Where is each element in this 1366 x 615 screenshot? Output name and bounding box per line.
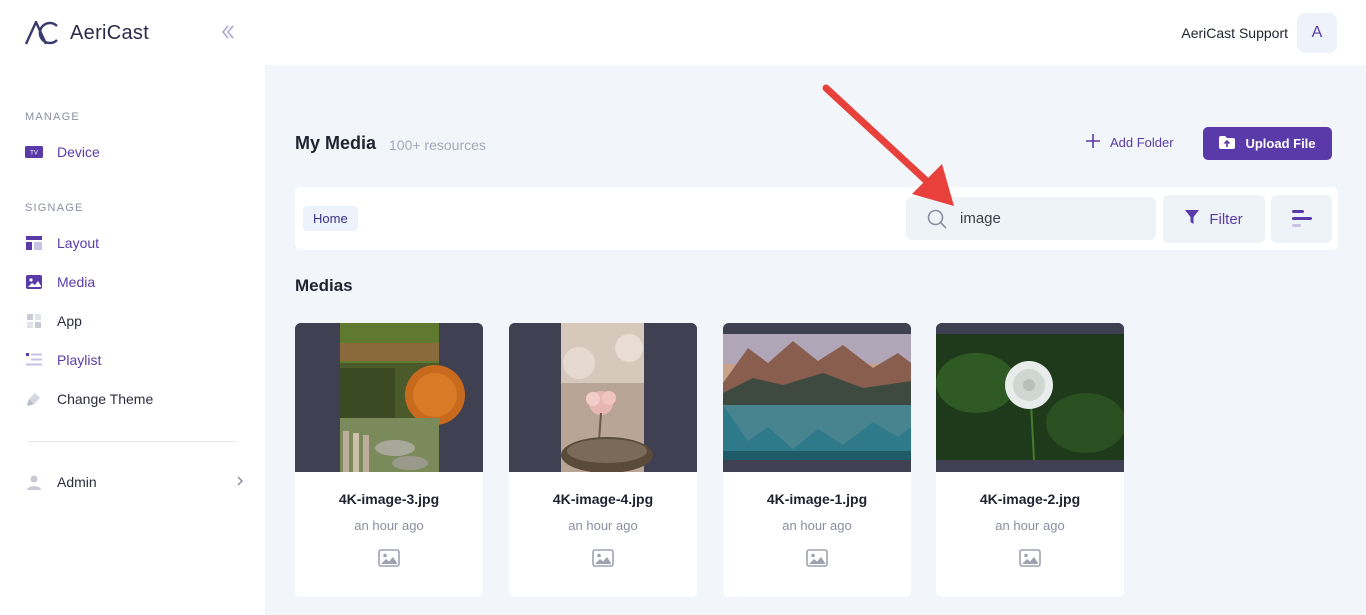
section-title-signage: SIGNAGE xyxy=(25,202,84,214)
filter-button[interactable]: Filter xyxy=(1163,195,1265,243)
sidebar-item-app[interactable]: App xyxy=(25,310,245,332)
media-thumbnail xyxy=(936,323,1124,472)
filter-label: Filter xyxy=(1209,210,1243,228)
paint-brush-icon xyxy=(25,390,43,408)
search-input[interactable]: image xyxy=(906,197,1156,240)
sidebar-item-label: Media xyxy=(57,274,96,290)
media-card[interactable]: 4K-image-2.jpg an hour ago xyxy=(936,323,1124,597)
search-icon xyxy=(927,209,947,229)
image-icon xyxy=(25,273,43,291)
resource-count: 100+ resources xyxy=(389,137,486,153)
layout-icon xyxy=(25,234,43,252)
media-time: an hour ago xyxy=(568,518,638,533)
sidebar-item-label: Admin xyxy=(57,474,97,490)
tv-icon-label: TV xyxy=(30,151,38,157)
sidebar-item-layout[interactable]: Layout xyxy=(25,232,245,254)
chevron-right-icon xyxy=(235,474,245,490)
sort-lines-icon xyxy=(1291,210,1312,227)
media-name: 4K-image-2.jpg xyxy=(979,491,1081,507)
tv-icon: TV xyxy=(25,143,43,161)
flower-blossom-image xyxy=(509,323,697,472)
playlist-icon xyxy=(25,351,43,369)
sort-button[interactable] xyxy=(1271,195,1332,243)
image-type-icon xyxy=(806,549,828,567)
sidebar-item-label: Change Theme xyxy=(57,391,154,407)
user-icon xyxy=(25,473,43,491)
app-name: AeriCast xyxy=(70,21,150,44)
media-time: an hour ago xyxy=(354,518,424,533)
media-card[interactable]: 4K-image-1.jpg an hour ago xyxy=(723,323,911,597)
dandelion-image xyxy=(936,323,1124,472)
sidebar-item-label: App xyxy=(57,313,82,329)
image-type-icon xyxy=(378,549,400,567)
media-thumbnail xyxy=(509,323,697,472)
search-value: image xyxy=(960,210,1001,227)
image-type-icon xyxy=(592,549,614,567)
sidebar-divider xyxy=(28,441,237,442)
media-card[interactable]: 4K-image-4.jpg an hour ago xyxy=(509,323,697,597)
sidebar-item-device[interactable]: TV Device xyxy=(25,141,245,163)
sidebar-item-label: Device xyxy=(57,144,100,160)
sidebar-item-media[interactable]: Media xyxy=(25,271,245,293)
media-name: 4K-image-1.jpg xyxy=(766,491,868,507)
collapse-sidebar-button[interactable] xyxy=(218,22,238,42)
upload-file-label: Upload File xyxy=(1245,136,1316,151)
hobbit-door-image xyxy=(295,323,483,472)
sidebar-item-change-theme[interactable]: Change Theme xyxy=(25,388,245,410)
top-bar: AeriCast Support A xyxy=(265,0,1366,65)
plus-icon xyxy=(1086,134,1100,151)
sidebar-item-label: Layout xyxy=(57,235,100,251)
aericast-logo-icon xyxy=(24,20,58,45)
add-folder-label: Add Folder xyxy=(1110,135,1174,150)
avatar[interactable]: A xyxy=(1297,13,1337,53)
apps-grid-icon xyxy=(25,312,43,330)
filter-funnel-icon xyxy=(1185,210,1200,228)
user-name[interactable]: AeriCast Support xyxy=(1181,25,1288,41)
media-toolbar: Home image Filter xyxy=(295,187,1338,250)
sidebar: AeriCast MANAGE TV Device SIGNAGE Layout… xyxy=(0,0,265,615)
sidebar-item-playlist[interactable]: Playlist xyxy=(25,349,245,371)
breadcrumb-home[interactable]: Home xyxy=(303,206,358,231)
media-thumbnail xyxy=(723,323,911,472)
media-time: an hour ago xyxy=(995,518,1065,533)
media-time: an hour ago xyxy=(782,518,852,533)
media-name: 4K-image-4.jpg xyxy=(552,491,654,507)
media-name: 4K-image-3.jpg xyxy=(338,491,440,507)
image-type-icon xyxy=(1019,549,1041,567)
sidebar-item-admin[interactable]: Admin xyxy=(25,471,245,493)
add-folder-button[interactable]: Add Folder xyxy=(1086,134,1174,151)
double-chevron-left-icon xyxy=(221,25,234,39)
page-title: My Media xyxy=(295,133,377,153)
mountain-lake-image xyxy=(723,323,911,472)
media-card[interactable]: 4K-image-3.jpg an hour ago xyxy=(295,323,483,597)
app-logo[interactable]: AeriCast xyxy=(24,20,149,46)
section-title-manage: MANAGE xyxy=(25,111,80,123)
folder-upload-icon xyxy=(1219,135,1236,152)
section-heading: Medias xyxy=(295,276,353,295)
sidebar-item-label: Playlist xyxy=(57,352,102,368)
media-thumbnail xyxy=(295,323,483,472)
upload-file-button[interactable]: Upload File xyxy=(1203,127,1332,160)
